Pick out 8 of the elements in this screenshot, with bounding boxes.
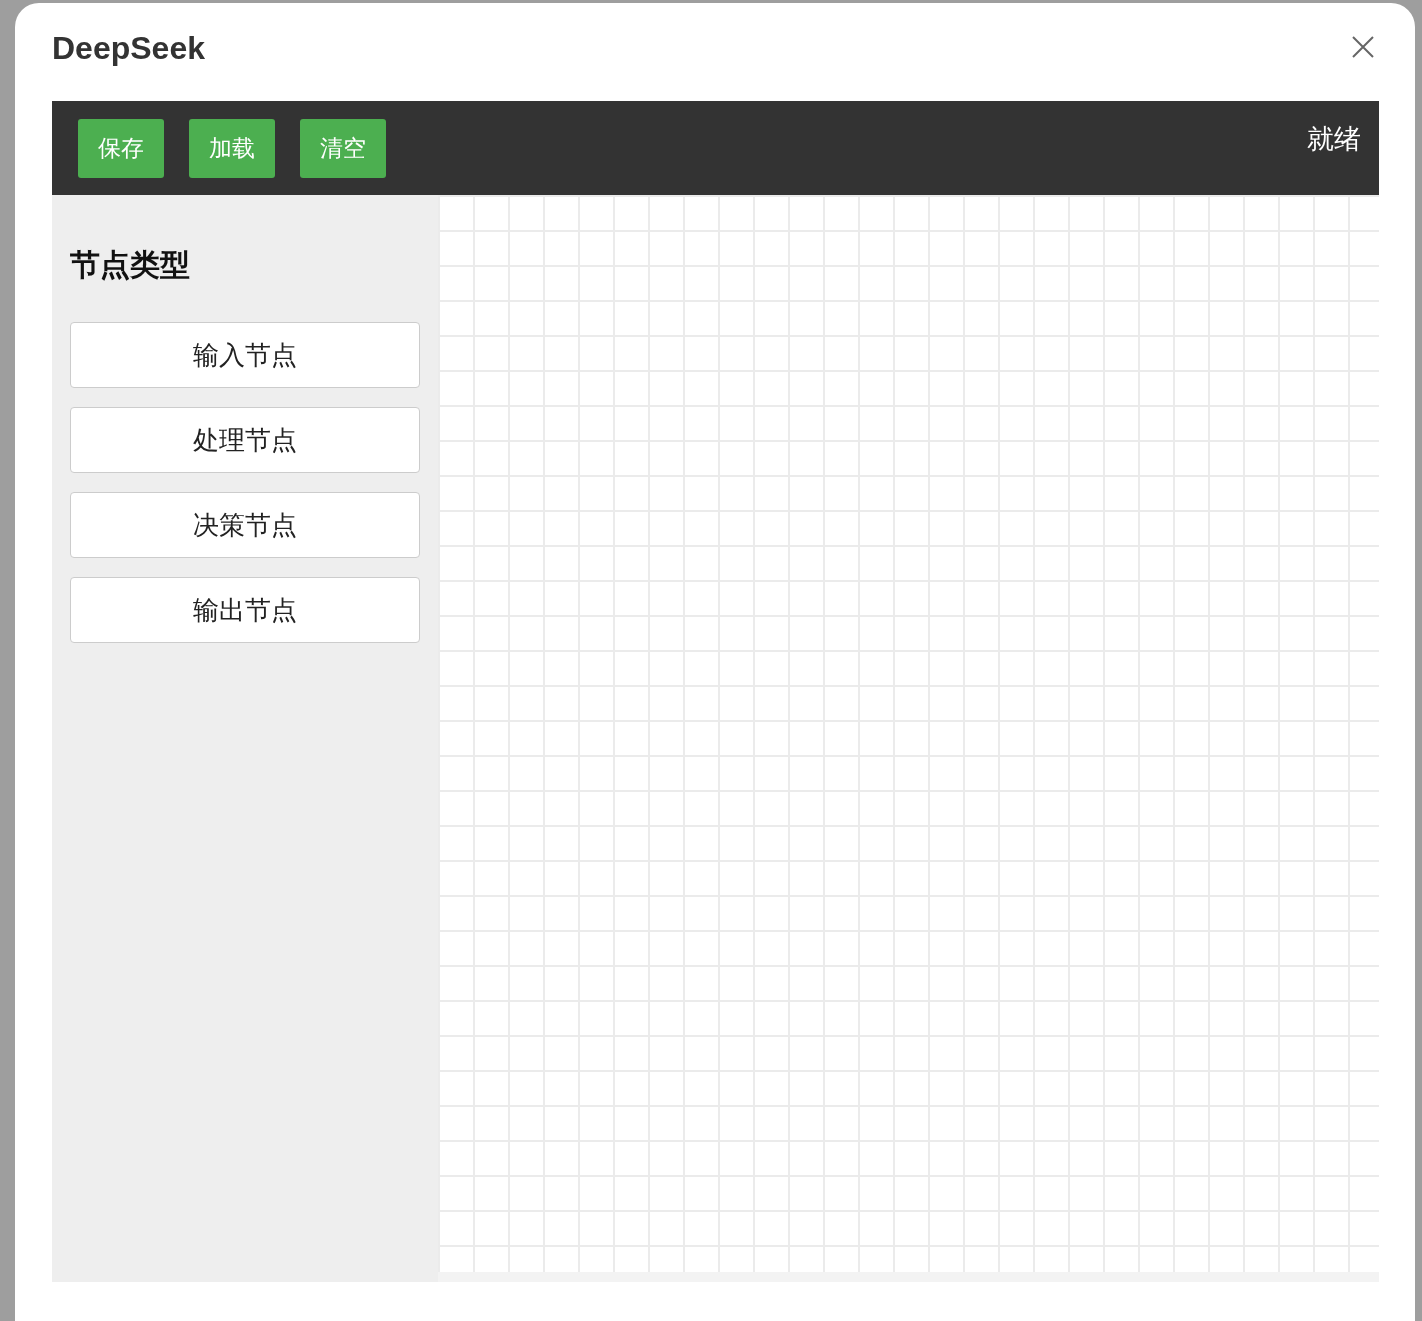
- status-text: 就绪: [1307, 122, 1361, 156]
- node-type-button[interactable]: 处理节点: [70, 407, 420, 473]
- node-type-button[interactable]: 输出节点: [70, 577, 420, 643]
- node-type-button[interactable]: 输入节点: [70, 322, 420, 388]
- window-title: DeepSeek: [52, 29, 205, 67]
- node-type-button[interactable]: 决策节点: [70, 492, 420, 558]
- close-icon[interactable]: [1352, 36, 1374, 58]
- sidebar-heading: 节点类型: [70, 246, 191, 284]
